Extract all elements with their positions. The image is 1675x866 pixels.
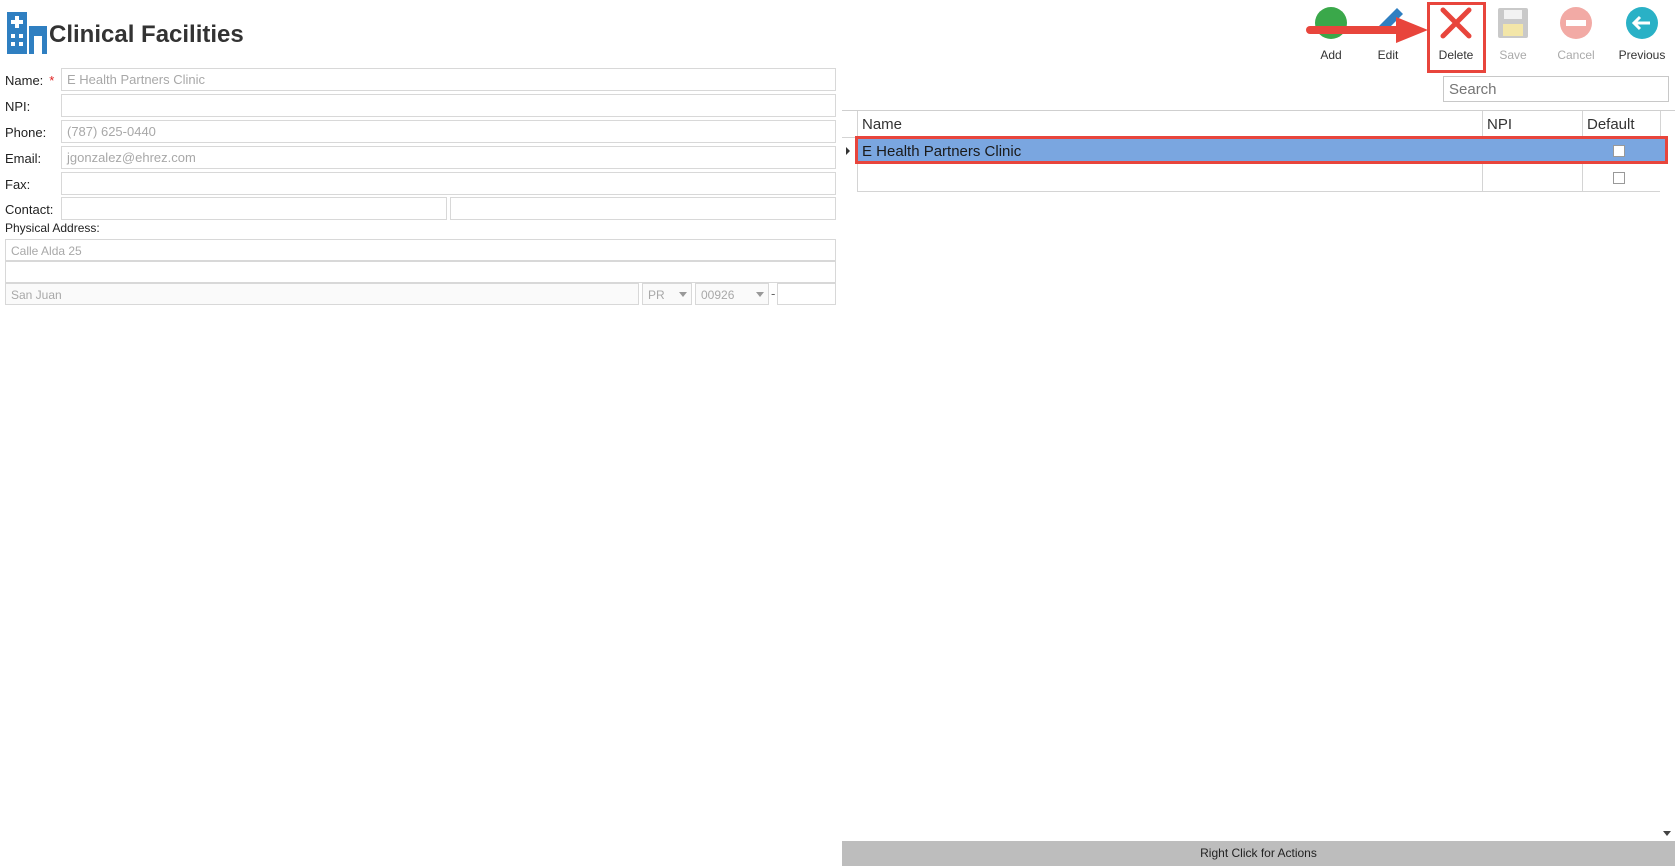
zip-dash: - bbox=[771, 286, 776, 301]
previous-button[interactable]: Previous bbox=[1612, 6, 1672, 62]
hospital-building-icon bbox=[7, 11, 47, 59]
selected-row-annotation bbox=[855, 136, 1668, 164]
annotation-arrow-icon bbox=[1306, 17, 1428, 48]
column-header-name[interactable]: Name bbox=[862, 116, 902, 133]
contact-second-field[interactable] bbox=[450, 197, 836, 220]
contact-label: Contact: bbox=[5, 202, 54, 217]
grid-row-bottom bbox=[857, 191, 1660, 192]
column-header-npi[interactable]: NPI bbox=[1487, 116, 1512, 133]
delete-annotation-highlight bbox=[1427, 2, 1486, 73]
footer-text: Right Click for Actions bbox=[1200, 846, 1317, 860]
required-marker: * bbox=[49, 73, 55, 88]
grid-divider bbox=[1660, 111, 1661, 138]
address-line2-field[interactable] bbox=[5, 261, 836, 283]
physical-address-label: Physical Address: bbox=[5, 221, 100, 235]
npi-label: NPI: bbox=[5, 99, 31, 114]
save-label: Save bbox=[1499, 48, 1527, 62]
state-value: PR bbox=[648, 288, 665, 302]
row-indicator-icon bbox=[846, 147, 850, 155]
chevron-down-icon bbox=[756, 292, 764, 297]
phone-field[interactable]: (787) 625-0440 bbox=[61, 120, 836, 143]
name-field[interactable]: E Health Partners Clinic bbox=[61, 68, 836, 91]
state-dropdown[interactable]: PR bbox=[642, 283, 692, 305]
no-entry-icon bbox=[1559, 6, 1593, 40]
page-title: Clinical Facilities bbox=[49, 21, 244, 48]
column-header-default[interactable]: Default bbox=[1587, 116, 1635, 133]
name-label: Name: * bbox=[5, 73, 55, 88]
arrow-left-icon bbox=[1625, 6, 1659, 40]
default-checkbox[interactable] bbox=[1613, 172, 1625, 184]
phone-label: Phone: bbox=[5, 125, 47, 140]
add-label: Add bbox=[1320, 48, 1342, 62]
email-label: Email: bbox=[5, 151, 42, 166]
fax-field[interactable] bbox=[61, 172, 836, 195]
email-field[interactable]: jgonzalez@ehrez.com bbox=[61, 146, 836, 169]
cancel-button[interactable]: Cancel bbox=[1546, 6, 1606, 62]
chevron-down-icon bbox=[679, 292, 687, 297]
cancel-label: Cancel bbox=[1557, 48, 1595, 62]
search-input[interactable] bbox=[1443, 76, 1669, 102]
edit-label: Edit bbox=[1377, 48, 1399, 62]
city-field[interactable]: San Juan bbox=[5, 283, 639, 305]
contact-first-field[interactable] bbox=[61, 197, 447, 220]
zip-dropdown[interactable]: 00926 bbox=[695, 283, 769, 305]
fax-label: Fax: bbox=[5, 177, 31, 192]
scroll-down-arrow-icon[interactable] bbox=[1661, 826, 1673, 838]
zip-value: 00926 bbox=[701, 288, 735, 302]
zip-ext-field[interactable] bbox=[777, 283, 836, 305]
save-button[interactable]: Save bbox=[1483, 6, 1543, 62]
grid-top-border bbox=[842, 110, 1675, 111]
address-line1-field[interactable]: Calle Alda 25 bbox=[5, 239, 836, 261]
page-header: Clinical Facilities bbox=[7, 11, 244, 59]
npi-field[interactable] bbox=[61, 94, 836, 117]
previous-label: Previous bbox=[1618, 48, 1666, 62]
footer-actions-bar[interactable]: Right Click for Actions bbox=[842, 841, 1675, 866]
floppy-disk-icon bbox=[1496, 6, 1530, 40]
